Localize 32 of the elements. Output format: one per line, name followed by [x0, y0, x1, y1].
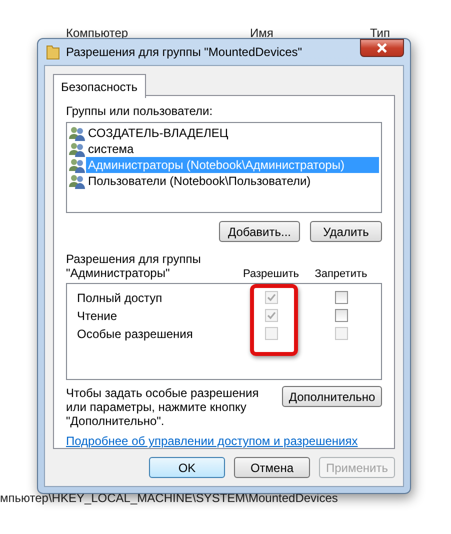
breadcrumb-text: Компьютер [66, 26, 128, 40]
hint-text: Чтобы задать особые разрешения или параметры, нажмите кнопку "Дополнительно". [66, 386, 260, 428]
add-button[interactable]: Добавить... [218, 221, 300, 242]
close-icon [375, 42, 389, 52]
list-item[interactable]: система [86, 141, 379, 157]
advanced-button[interactable]: Дополнительно [282, 386, 382, 407]
remove-button[interactable]: Удалить [310, 221, 382, 242]
permission-name: Чтение [76, 308, 118, 323]
permission-name: Полный доступ [76, 290, 164, 305]
cancel-button[interactable]: Отмена [234, 457, 310, 478]
column-header: Тип [370, 26, 390, 40]
users-icon [69, 126, 85, 140]
groups-label: Группы или пользователи: [66, 104, 214, 118]
permissions-label: Разрешения для группы "Администраторы" [66, 252, 202, 280]
list-item[interactable]: Пользователи (Notebook\Пользователи) [86, 173, 379, 189]
users-icon [69, 174, 85, 188]
tab[interactable]: Безопасность [53, 74, 146, 98]
column-header: Разрешить [242, 268, 300, 280]
users-icon [69, 142, 85, 156]
path-text: мпьютер\HKEY_LOCAL_MACHINE\SYSTEM\MountedDevices [0, 491, 338, 505]
list-item[interactable]: СОЗДАТЕЛЬ-ВЛАДЕЛЕЦ [86, 125, 379, 141]
column-header: Имя [250, 26, 274, 40]
ok-button[interactable]: OK [149, 457, 225, 478]
window-title: Разрешения для группы "MountedDevices" [66, 45, 304, 59]
permission-name: Особые разрешения [76, 326, 194, 341]
checkbox[interactable] [334, 309, 348, 322]
users-icon [69, 158, 85, 172]
column-header: Запретить [314, 268, 368, 280]
close-button[interactable] [360, 38, 404, 56]
checkbox[interactable] [334, 291, 348, 304]
help-link[interactable]: Подробнее об управлении доступом и разрешениях [66, 434, 382, 448]
folder-icon [46, 44, 60, 60]
